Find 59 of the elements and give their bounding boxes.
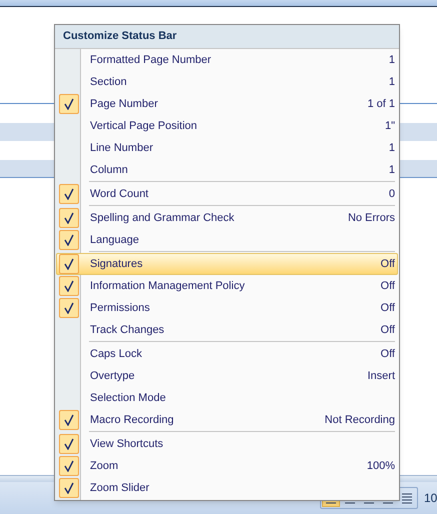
item-value: Off: [380, 300, 395, 316]
item-label: Section: [90, 74, 127, 90]
item-label: Selection Mode: [90, 390, 166, 406]
menu-item[interactable]: Vertical Page Position 1": [56, 115, 398, 137]
item-label: Signatures: [90, 256, 143, 272]
item-label: Information Management Policy: [90, 278, 245, 294]
item-value: 1": [384, 118, 395, 134]
menu-item[interactable]: View Shortcuts: [56, 433, 398, 455]
item-label: Line Number: [90, 140, 153, 156]
item-value: Off: [380, 322, 395, 338]
item-label: Vertical Page Position: [90, 118, 198, 134]
menu-item[interactable]: Macro Recording Not Recording: [56, 409, 398, 431]
item-value: No Errors: [348, 210, 395, 226]
menu-item[interactable]: Signatures Off: [56, 253, 398, 275]
item-label: Column: [90, 162, 128, 178]
item-label: Formatted Page Number: [90, 52, 212, 68]
menu-item[interactable]: Selection Mode: [56, 387, 398, 409]
item-label: Zoom Slider: [90, 480, 150, 496]
item-value: Insert: [367, 368, 395, 384]
item-label: View Shortcuts: [90, 436, 164, 452]
item-label: Caps Lock: [90, 346, 142, 362]
item-label: Word Count: [90, 186, 148, 202]
item-label: Language: [90, 232, 139, 248]
menu-item[interactable]: Language: [56, 229, 398, 251]
menu-item[interactable]: Column 1: [56, 159, 398, 181]
item-label: Track Changes: [90, 322, 164, 338]
menu-item[interactable]: Zoom 100%: [56, 455, 398, 477]
item-value: 1: [388, 140, 395, 156]
item-value: 1: [388, 52, 395, 68]
item-value: 100%: [366, 458, 395, 474]
menu-item[interactable]: Line Number 1: [56, 137, 398, 159]
menu-item[interactable]: Caps Lock Off: [56, 343, 398, 365]
menu-item[interactable]: Overtype Insert: [56, 365, 398, 387]
item-value: 1: [388, 162, 395, 178]
item-label: Page Number: [90, 96, 158, 112]
zoom-level: 10: [424, 490, 437, 507]
lines-icon: [401, 492, 413, 504]
item-label: Permissions: [90, 300, 150, 316]
item-value: 1: [388, 74, 395, 90]
item-label: Macro Recording: [90, 412, 174, 428]
item-value: Off: [380, 256, 395, 272]
item-label: Zoom: [90, 458, 118, 474]
item-value: 1 of 1: [367, 96, 395, 112]
menu-item[interactable]: Formatted Page Number 1: [56, 49, 398, 71]
menu-item[interactable]: Zoom Slider: [56, 477, 398, 499]
menu-title: Customize Status Bar: [55, 25, 399, 49]
menu-item[interactable]: Spelling and Grammar Check No Errors: [56, 207, 398, 229]
menu-item[interactable]: Page Number 1 of 1: [56, 93, 398, 115]
item-label: Spelling and Grammar Check: [90, 210, 234, 226]
menu-item[interactable]: Word Count 0: [56, 183, 398, 205]
item-label: Overtype: [90, 368, 135, 384]
item-value: 0: [388, 186, 395, 202]
menu-item[interactable]: Section 1: [56, 71, 398, 93]
item-value: Off: [380, 346, 395, 362]
menu-item[interactable]: Information Management Policy Off: [56, 275, 398, 297]
item-value: Not Recording: [324, 412, 395, 428]
item-value: Off: [380, 278, 395, 294]
menu-item[interactable]: Permissions Off: [56, 297, 398, 319]
menu-item[interactable]: Track Changes Off: [56, 319, 398, 341]
